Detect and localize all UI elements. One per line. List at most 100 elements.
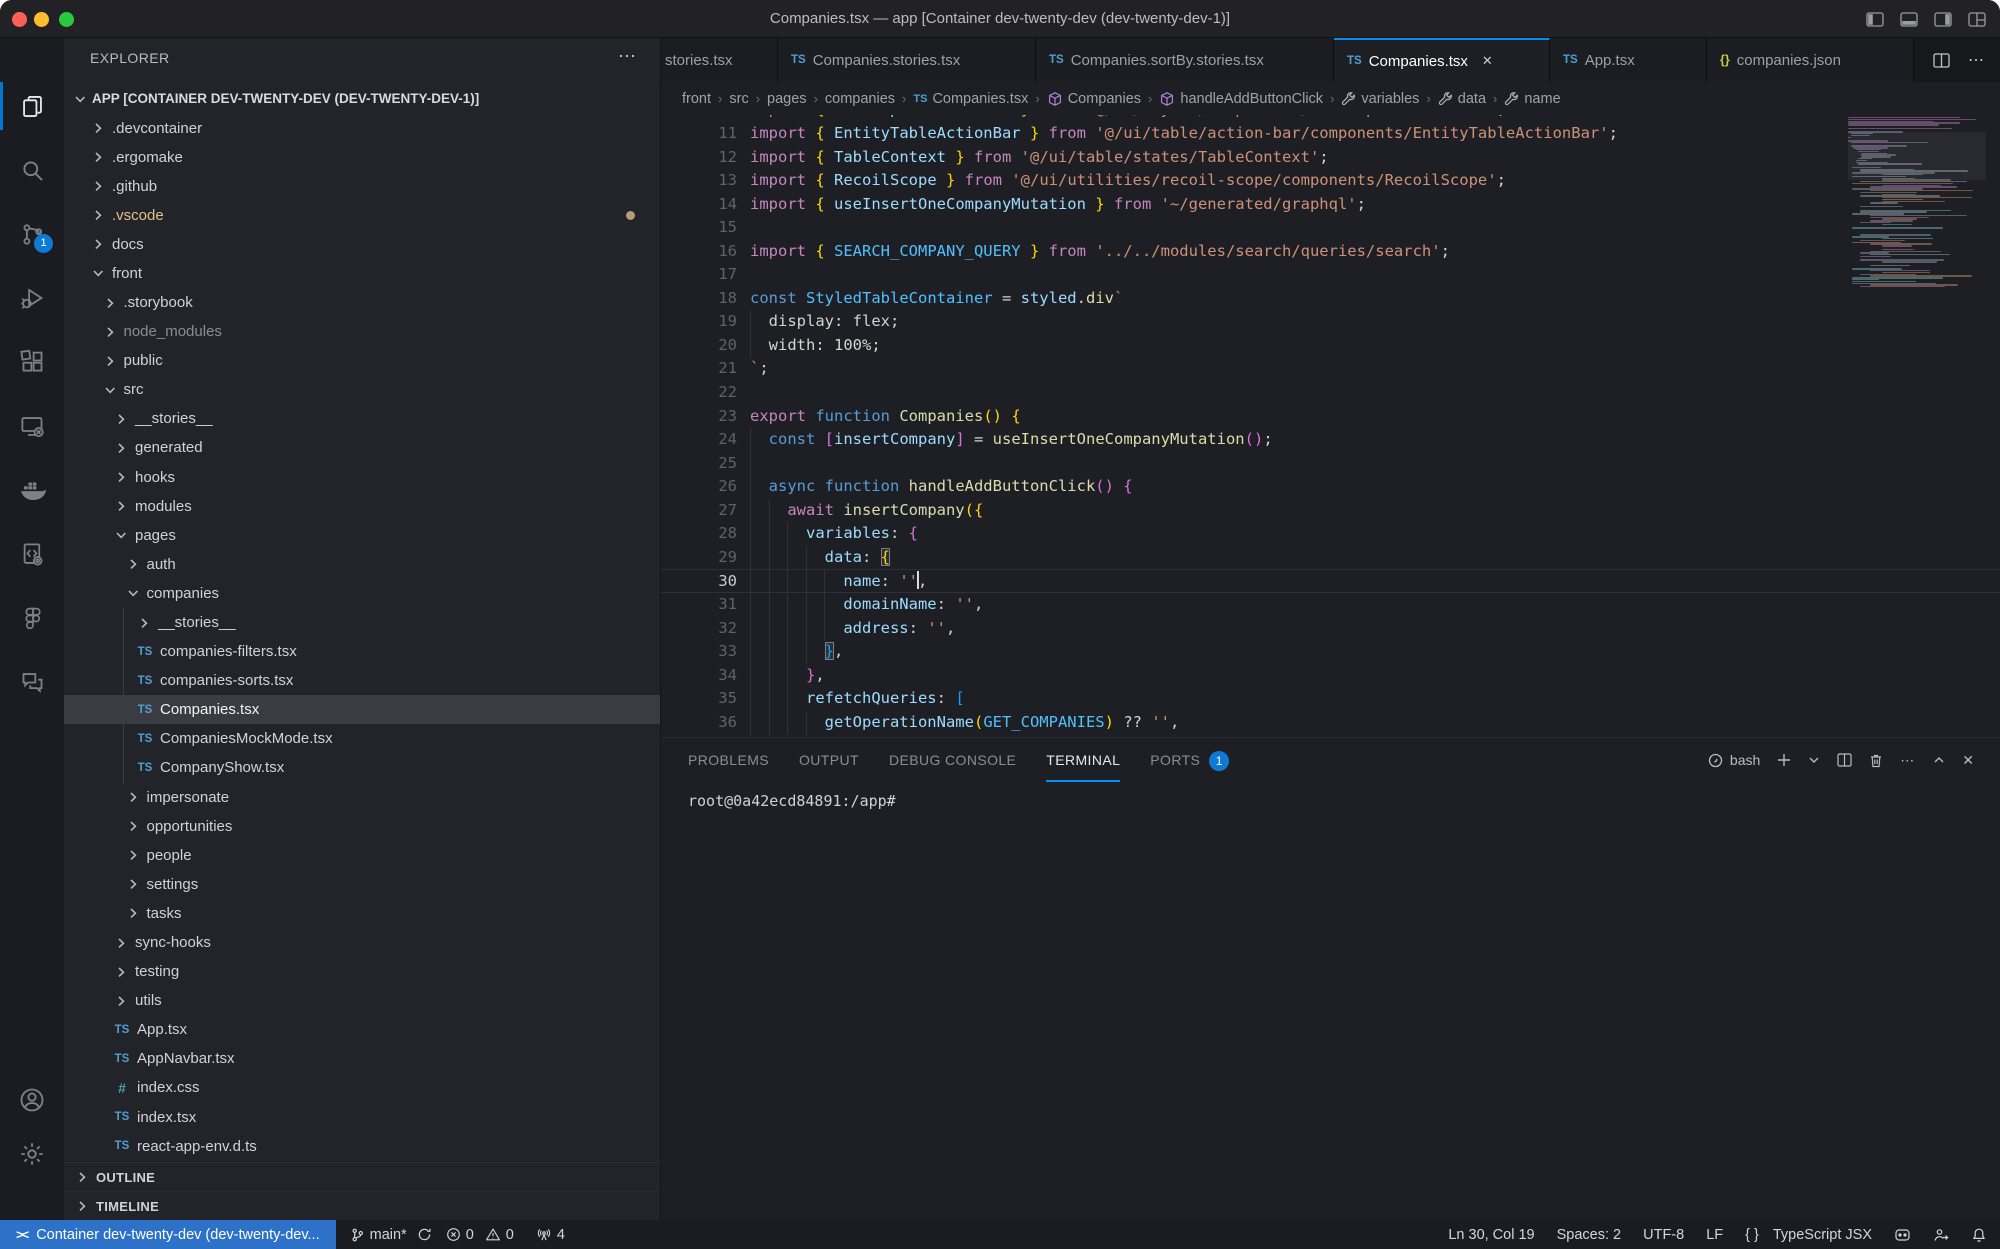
cursor-position-item[interactable]: Ln 30, Col 19 — [1448, 1227, 1534, 1243]
indentation-item[interactable]: Spaces: 2 — [1557, 1227, 1622, 1243]
tree-item-.devcontainer[interactable]: .devcontainer — [64, 114, 660, 143]
eol-item[interactable]: LF — [1706, 1227, 1723, 1243]
line-number[interactable]: 24 — [661, 428, 737, 452]
line-number[interactable]: 29 — [661, 546, 737, 570]
line-number[interactable]: 26 — [661, 475, 737, 499]
line-number[interactable]: 22 — [661, 381, 737, 405]
code-line-36[interactable]: 36 getOperationName(GET_COMPANIES) ?? ''… — [661, 711, 2000, 735]
line-number[interactable]: 11 — [661, 122, 737, 146]
breadcrumb-item-variables[interactable]: variables — [1341, 91, 1419, 107]
line-number[interactable]: 20 — [661, 334, 737, 358]
line-number[interactable]: 27 — [661, 499, 737, 523]
tree-item-impersonate[interactable]: impersonate — [64, 783, 660, 812]
split-terminal-icon[interactable] — [1837, 753, 1852, 767]
tree-item-.storybook[interactable]: .storybook — [64, 288, 660, 317]
code-line-15[interactable]: 15 — [661, 216, 2000, 240]
customize-layout-icon[interactable] — [1968, 12, 1986, 27]
tree-item-companies[interactable]: companies — [64, 579, 660, 608]
line-number[interactable]: 14 — [661, 193, 737, 217]
code-line-35[interactable]: 35 refetchQueries: [ — [661, 687, 2000, 711]
editor-more-actions-icon[interactable]: ⋯ — [1968, 50, 1986, 70]
line-number[interactable]: 32 — [661, 617, 737, 641]
tree-item-CompaniesMockMode.tsx[interactable]: TSCompaniesMockMode.tsx — [64, 724, 660, 753]
line-number[interactable]: 19 — [661, 310, 737, 334]
tree-item-node_modules[interactable]: node_modules — [64, 317, 660, 346]
breadcrumb-item-handleAddButtonClick[interactable]: handleAddButtonClick — [1159, 91, 1323, 107]
tab-output[interactable]: OUTPUT — [799, 738, 859, 782]
git-branch-item[interactable]: main* — [350, 1227, 407, 1243]
search-icon[interactable] — [0, 144, 64, 196]
code-line-11[interactable]: 11import { EntityTableActionBar } from '… — [661, 122, 2000, 146]
tree-item-__stories__[interactable]: __stories__ — [64, 608, 660, 637]
line-number[interactable]: 13 — [661, 169, 737, 193]
tree-item-AppNavbar.tsx[interactable]: TSAppNavbar.tsx — [64, 1044, 660, 1073]
breadcrumb-item-front[interactable]: front — [682, 91, 711, 107]
tree-item-App.tsx[interactable]: TSApp.tsx — [64, 1015, 660, 1044]
code-line-20[interactable]: 20 width: 100%; — [661, 334, 2000, 358]
terminal-prompt[interactable]: root@0a42ecd84891:/app# — [688, 790, 896, 812]
copilot-grid-icon[interactable] — [1894, 1227, 1911, 1243]
line-number[interactable]: 33 — [661, 640, 737, 664]
forwarded-ports-item[interactable]: 4 — [536, 1227, 565, 1243]
code-line-22[interactable]: 22 — [661, 381, 2000, 405]
line-number[interactable]: 16 — [661, 240, 737, 264]
tree-item-index.css[interactable]: #index.css — [64, 1073, 660, 1102]
tree-item-opportunities[interactable]: opportunities — [64, 812, 660, 841]
breadcrumb-item-name[interactable]: name — [1504, 91, 1560, 107]
split-editor-icon[interactable] — [1933, 53, 1950, 68]
explorer-more-actions-icon[interactable]: ⋯ — [618, 46, 638, 67]
editor-tab-Companies.stories.tsx[interactable]: TSCompanies.stories.tsx — [778, 38, 1036, 82]
tab-problems[interactable]: PROBLEMS — [688, 738, 769, 782]
tab-ports[interactable]: PORTS1 — [1150, 738, 1229, 782]
editor-tab-Companies.tsx[interactable]: TSCompanies.tsx✕ — [1334, 38, 1550, 82]
code-line-16[interactable]: 16import { SEARCH_COMPANY_QUERY } from '… — [661, 240, 2000, 264]
code-line-32[interactable]: 32 address: '', — [661, 617, 2000, 641]
toggle-secondary-sidebar-icon[interactable] — [1934, 12, 1952, 27]
line-number[interactable]: 34 — [661, 664, 737, 688]
line-number[interactable]: 21 — [661, 357, 737, 381]
line-number[interactable]: 18 — [661, 287, 737, 311]
breadcrumb-item-pages[interactable]: pages — [767, 91, 807, 107]
breadcrumb-item-src[interactable]: src — [729, 91, 748, 107]
terminal-shell-selector[interactable]: bash — [1708, 752, 1760, 768]
tree-item-public[interactable]: public — [64, 346, 660, 375]
code-line-26[interactable]: 26 async function handleAddButtonClick()… — [661, 475, 2000, 499]
new-terminal-icon[interactable] — [1777, 753, 1791, 767]
tree-item-hooks[interactable]: hooks — [64, 463, 660, 492]
line-number[interactable]: 25 — [661, 452, 737, 476]
remote-explorer-icon[interactable] — [0, 400, 64, 452]
line-number[interactable]: 10 — [661, 115, 737, 122]
breadcrumb-item-Companies[interactable]: Companies — [1047, 91, 1141, 107]
line-number[interactable]: 28 — [661, 522, 737, 546]
editor-tab-Companies.sortBy.stories.tsx[interactable]: TSCompanies.sortBy.stories.tsx — [1036, 38, 1334, 82]
code-line-13[interactable]: 13import { RecoilScope } from '@/ui/util… — [661, 169, 2000, 193]
line-number[interactable]: 31 — [661, 593, 737, 617]
terminal-dropdown-icon[interactable] — [1808, 754, 1820, 766]
remote-indicator[interactable]: >< Container dev-twenty-dev (dev-twenty-… — [0, 1220, 336, 1249]
code-line-23[interactable]: 23export function Companies() { — [661, 405, 2000, 429]
line-number[interactable]: 17 — [661, 263, 737, 287]
code-editor[interactable]: 10import { WithTopBarContainer } from '@… — [661, 115, 2000, 737]
encoding-item[interactable]: UTF-8 — [1643, 1227, 1684, 1243]
toggle-sidebar-icon[interactable] — [1866, 12, 1884, 27]
code-line-25[interactable]: 25 — [661, 452, 2000, 476]
tree-item-.ergomake[interactable]: .ergomake — [64, 143, 660, 172]
tree-item-.github[interactable]: .github — [64, 172, 660, 201]
outline-section[interactable]: OUTLINE — [64, 1162, 660, 1191]
dev-containers-icon[interactable] — [0, 528, 64, 580]
tree-item-auth[interactable]: auth — [64, 550, 660, 579]
source-control-icon[interactable] — [0, 208, 64, 260]
kill-terminal-icon[interactable] — [1869, 753, 1883, 768]
tree-item-utils[interactable]: utils — [64, 986, 660, 1015]
code-line-30[interactable]: 30 name: '', — [661, 569, 2000, 593]
tree-item-front[interactable]: front — [64, 259, 660, 288]
tree-item-people[interactable]: people — [64, 841, 660, 870]
line-number[interactable]: 12 — [661, 146, 737, 170]
code-line-33[interactable]: 33 }, — [661, 640, 2000, 664]
line-number[interactable]: 35 — [661, 687, 737, 711]
code-line-17[interactable]: 17 — [661, 263, 2000, 287]
extensions-icon[interactable] — [0, 336, 64, 388]
tab-terminal[interactable]: TERMINAL — [1046, 738, 1120, 782]
editor-tab-companies.json[interactable]: {}companies.json — [1707, 38, 1914, 82]
code-line-29[interactable]: 29 data: { — [661, 546, 2000, 570]
